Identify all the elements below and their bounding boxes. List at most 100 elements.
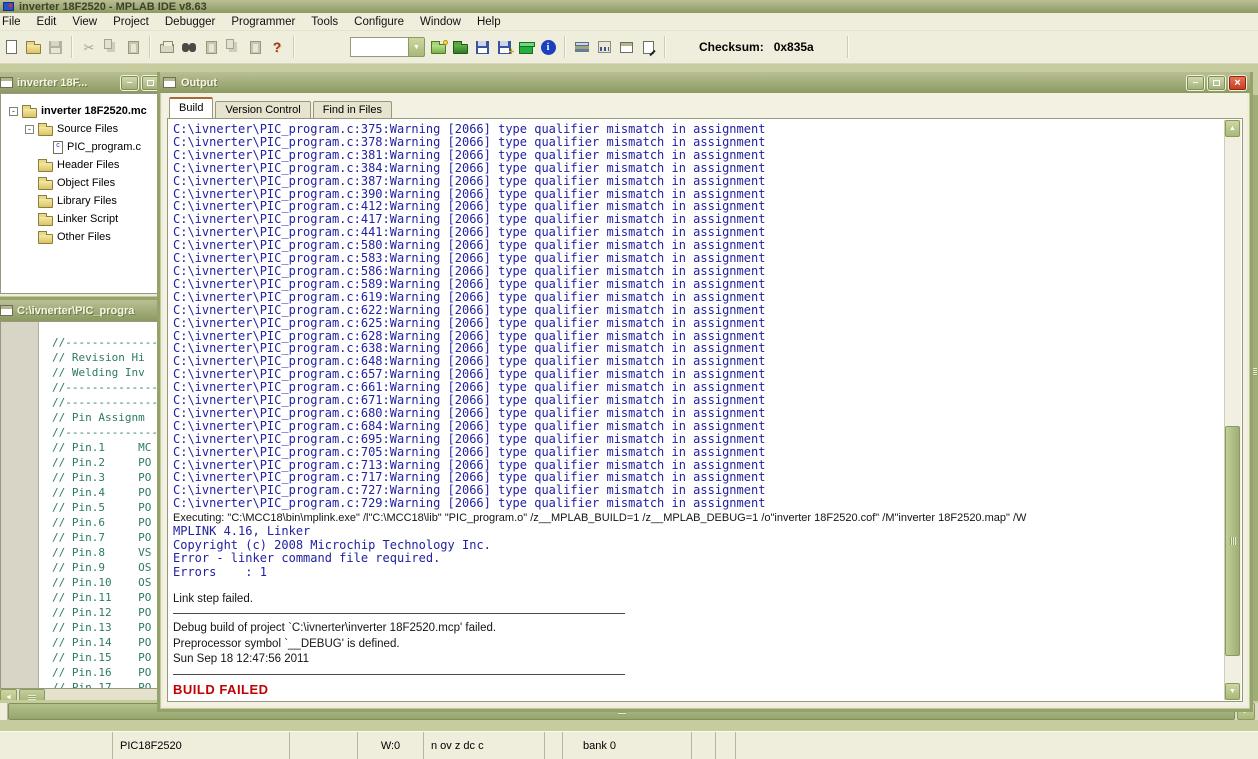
tree-item-pic-program[interactable]: c PIC_program.c xyxy=(1,138,159,156)
output-maximize-button[interactable] xyxy=(1207,74,1226,91)
editor-code[interactable]: //--------------------- // Revision Hi // … xyxy=(40,322,159,688)
output-close-button[interactable]: × xyxy=(1228,74,1247,91)
read-target-button[interactable] xyxy=(594,37,614,57)
menu-item[interactable]: File xyxy=(0,15,29,29)
warning-line[interactable]: C:\ivnerter\PIC_program.c:378:Warning [2… xyxy=(173,136,1222,149)
warning-line[interactable]: C:\ivnerter\PIC_program.c:680:Warning [2… xyxy=(173,407,1222,420)
help-button[interactable]: ? xyxy=(267,37,287,57)
copy-icon xyxy=(104,39,112,49)
tab-build[interactable]: Build xyxy=(169,97,214,118)
program-target-button[interactable] xyxy=(572,37,592,57)
status-device: PIC18F2520 xyxy=(113,732,290,759)
verify-icon xyxy=(619,41,633,53)
window-icon xyxy=(0,77,13,88)
save-workspace-button[interactable] xyxy=(472,37,492,57)
new-project-button[interactable] xyxy=(428,37,448,57)
output-minimize-button[interactable]: – xyxy=(1186,74,1205,91)
print-icon xyxy=(160,41,174,53)
tree-item-linker-script[interactable]: Linker Script xyxy=(1,210,159,228)
save-file-button[interactable] xyxy=(45,37,65,57)
menu-item[interactable]: Debugger xyxy=(157,15,224,29)
menu-item[interactable]: Edit xyxy=(29,15,65,29)
warning-line[interactable]: C:\ivnerter\PIC_program.c:387:Warning [2… xyxy=(173,174,1222,188)
paste-icon xyxy=(127,40,139,54)
open-project-button[interactable] xyxy=(450,37,470,57)
warning-line[interactable]: C:\ivnerter\PIC_program.c:625:Warning [2… xyxy=(173,316,1222,330)
warning-line[interactable]: C:\ivnerter\PIC_program.c:729:Warning [2… xyxy=(173,497,1222,510)
menu-item[interactable]: Project xyxy=(105,15,157,29)
warning-line[interactable]: C:\ivnerter\PIC_program.c:622:Warning [2… xyxy=(173,303,1222,317)
editor-body[interactable]: //--------------------- // Revision Hi // … xyxy=(0,321,160,689)
build-output-pane[interactable]: C:\ivnerter\PIC_program.c:375:Warning [2… xyxy=(167,118,1243,702)
warning-line[interactable]: C:\ivnerter\PIC_program.c:619:Warning [2… xyxy=(173,290,1222,304)
code-line: // Pin.7 PO xyxy=(52,531,152,544)
tree-item-source-files[interactable]: - Source Files xyxy=(1,120,159,138)
code-line: // Pin.11 PO xyxy=(52,591,152,604)
erase-button[interactable] xyxy=(638,37,658,57)
code-line: // Pin.2 PO xyxy=(52,456,152,469)
status-cell-empty xyxy=(545,732,563,759)
bookmark-button[interactable] xyxy=(245,37,265,57)
verify-button[interactable] xyxy=(616,37,636,57)
menu-item[interactable]: Tools xyxy=(303,15,346,29)
warning-line[interactable]: C:\ivnerter\PIC_program.c:589:Warning [2… xyxy=(173,277,1222,291)
build-config-combo[interactable]: ▼ xyxy=(350,37,425,57)
output-window-titlebar[interactable]: Output – × xyxy=(160,72,1250,93)
warning-line[interactable]: C:\ivnerter\PIC_program.c:384:Warning [2… xyxy=(173,161,1222,175)
tree-item-object-files[interactable]: Object Files xyxy=(1,174,159,192)
goto-button[interactable] xyxy=(223,37,243,57)
copy-button[interactable] xyxy=(101,37,121,57)
build-config-input[interactable] xyxy=(350,37,408,57)
open-file-button[interactable] xyxy=(23,37,43,57)
output-vertical-scrollbar[interactable]: ▲ ▼ xyxy=(1224,120,1241,700)
code-line: //--------------------- xyxy=(52,381,159,394)
warning-line[interactable]: C:\ivnerter\PIC_program.c:705:Warning [2… xyxy=(173,445,1222,459)
app-titlebar[interactable]: inverter 18F2520 - MPLAB IDE v8.63 xyxy=(0,0,1258,13)
scroll-up-button[interactable]: ▲ xyxy=(1225,120,1240,137)
make-button[interactable] xyxy=(516,37,536,57)
project-window-titlebar[interactable]: inverter 18F... – xyxy=(0,72,163,93)
collapse-icon[interactable]: - xyxy=(25,124,34,134)
warning-line[interactable]: C:\ivnerter\PIC_program.c:381:Warning [2… xyxy=(173,148,1222,162)
output-scroll-thumb[interactable] xyxy=(1225,426,1240,656)
cut-button[interactable]: ✂ xyxy=(79,37,99,57)
tree-item-header-files[interactable]: Header Files xyxy=(1,156,159,174)
new-file-button[interactable] xyxy=(1,37,21,57)
combo-dropdown-button[interactable]: ▼ xyxy=(408,37,425,57)
find-next-button[interactable] xyxy=(201,37,221,57)
tree-item-project-root[interactable]: - inverter 18F2520.mc xyxy=(1,102,159,120)
find-button[interactable] xyxy=(179,37,199,57)
info-icon: i xyxy=(540,39,556,55)
mdi-area: inverter 18F... – - inverter 18F2520.mc … xyxy=(0,64,1258,731)
status-cell-empty xyxy=(0,732,113,759)
warning-line[interactable]: C:\ivnerter\PIC_program.c:586:Warning [2… xyxy=(173,265,1222,278)
tree-item-library-files[interactable]: Library Files xyxy=(1,192,159,210)
scroll-track[interactable] xyxy=(1225,137,1241,683)
save-file-icon xyxy=(48,40,62,54)
menu-item[interactable]: Programmer xyxy=(223,15,303,29)
status-cell-empty xyxy=(716,732,736,759)
paste-button[interactable] xyxy=(123,37,143,57)
tab-version-control[interactable]: Version Control xyxy=(215,101,311,118)
tree-item-other-files[interactable]: Other Files xyxy=(1,228,159,246)
menu-item[interactable]: View xyxy=(64,15,105,29)
scroll-stub xyxy=(0,703,8,720)
build-button[interactable]: + xyxy=(494,37,515,57)
menu-item[interactable]: Help xyxy=(469,15,509,29)
message-line: Preprocessor symbol `__DEBUG' is defined… xyxy=(173,637,400,650)
scroll-down-button[interactable]: ▼ xyxy=(1225,683,1240,700)
collapse-icon[interactable]: - xyxy=(9,106,18,116)
menu-item[interactable]: Configure xyxy=(346,15,412,29)
warning-line[interactable]: C:\ivnerter\PIC_program.c:671:Warning [2… xyxy=(173,394,1222,407)
editor-window-titlebar[interactable]: C:\ivnerter\PIC_progra xyxy=(0,300,163,321)
menu-item[interactable]: Window xyxy=(412,15,469,29)
tree-item-label: Other Files xyxy=(57,231,111,243)
warning-line[interactable]: C:\ivnerter\PIC_program.c:695:Warning [2… xyxy=(173,432,1222,446)
open-file-icon xyxy=(25,40,41,54)
project-minimize-button[interactable]: – xyxy=(120,74,139,91)
tab-find-in-files[interactable]: Find in Files xyxy=(312,101,392,118)
build-info-button[interactable]: i xyxy=(538,37,558,57)
warning-line[interactable]: C:\ivnerter\PIC_program.c:375:Warning [2… xyxy=(173,123,1222,136)
print-button[interactable] xyxy=(157,37,177,57)
warning-line[interactable]: C:\ivnerter\PIC_program.c:684:Warning [2… xyxy=(173,419,1222,433)
